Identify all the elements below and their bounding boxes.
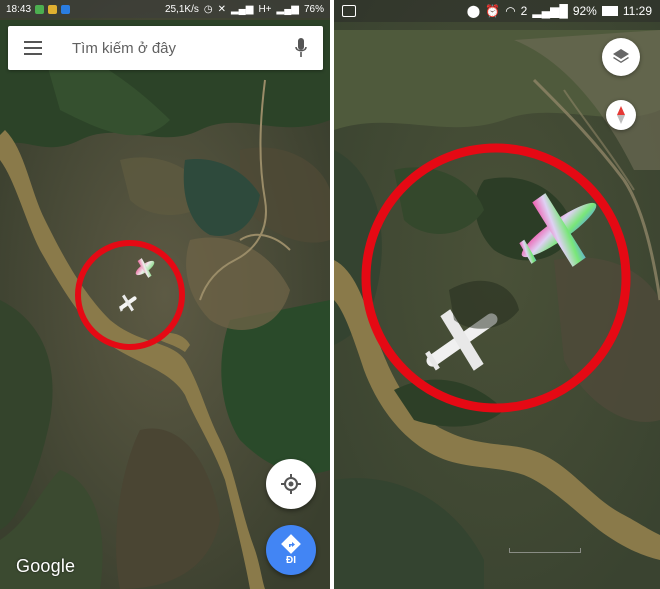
signal-icon: ▂▄▆█ — [532, 4, 568, 18]
voice-search-button[interactable] — [279, 26, 323, 70]
battery-level: 76% — [303, 3, 324, 15]
network-type: H+ — [258, 3, 272, 15]
compass-icon — [617, 106, 625, 124]
status-bar: 18:43 25,1K/s ◷ ✕ ▂▄▆ H+ ▂▄▆ 76% — [0, 0, 330, 18]
left-screen: 18:43 25,1K/s ◷ ✕ ▂▄▆ H+ ▂▄▆ 76% Tìm kiế… — [0, 0, 330, 589]
menu-button[interactable] — [8, 26, 58, 70]
status-time: 18:43 — [6, 3, 32, 15]
status-time: 11:29 — [622, 4, 652, 18]
my-location-button[interactable] — [266, 459, 316, 509]
directions-button[interactable]: ĐI — [266, 525, 316, 575]
my-location-icon — [281, 474, 301, 494]
right-screen: ⬤ ⏰ ◠ 2 ▂▄▆█ 92% 11:29 — [334, 0, 660, 589]
layers-button[interactable] — [602, 38, 640, 76]
battery-icon — [601, 6, 618, 16]
maps-notification-icon — [35, 4, 45, 14]
network-speed: 25,1K/s — [164, 3, 199, 15]
alarm-icon: ◷ — [203, 3, 213, 15]
mic-icon — [295, 38, 307, 57]
gallery-notification-icon — [342, 5, 356, 17]
directions-icon — [281, 534, 301, 554]
menu-icon — [24, 41, 42, 55]
status-bar-right: ⬤ ⏰ ◠ 2 ▂▄▆█ 92% 11:29 — [334, 0, 660, 22]
wifi-icon: ◠ — [505, 4, 516, 18]
messenger-notification-icon — [61, 4, 71, 14]
photos-notification-icon — [48, 4, 58, 14]
directions-label: ĐI — [286, 555, 296, 566]
signal-icon-2: ▂▄▆ — [276, 3, 299, 15]
google-logo: Google — [16, 556, 76, 576]
mute-icon: ✕ — [217, 3, 226, 15]
location-pin-icon: ⬤ — [466, 4, 481, 18]
map-scale — [509, 548, 581, 553]
screenshot-frame: 18:43 25,1K/s ◷ ✕ ▂▄▆ H+ ▂▄▆ 76% Tìm kiế… — [0, 0, 660, 589]
alarm-icon: ⏰ — [485, 4, 501, 18]
battery-level: 92% — [572, 4, 597, 18]
signal-icon: ▂▄▆ — [230, 3, 254, 15]
sim-slot: 2 — [520, 4, 528, 18]
compass-button[interactable] — [606, 100, 636, 130]
search-input[interactable]: Tìm kiếm ở đây — [58, 40, 279, 57]
layers-icon — [613, 49, 629, 63]
satellite-map-zoomed[interactable] — [334, 0, 660, 589]
search-bar[interactable]: Tìm kiếm ở đây — [8, 26, 323, 70]
